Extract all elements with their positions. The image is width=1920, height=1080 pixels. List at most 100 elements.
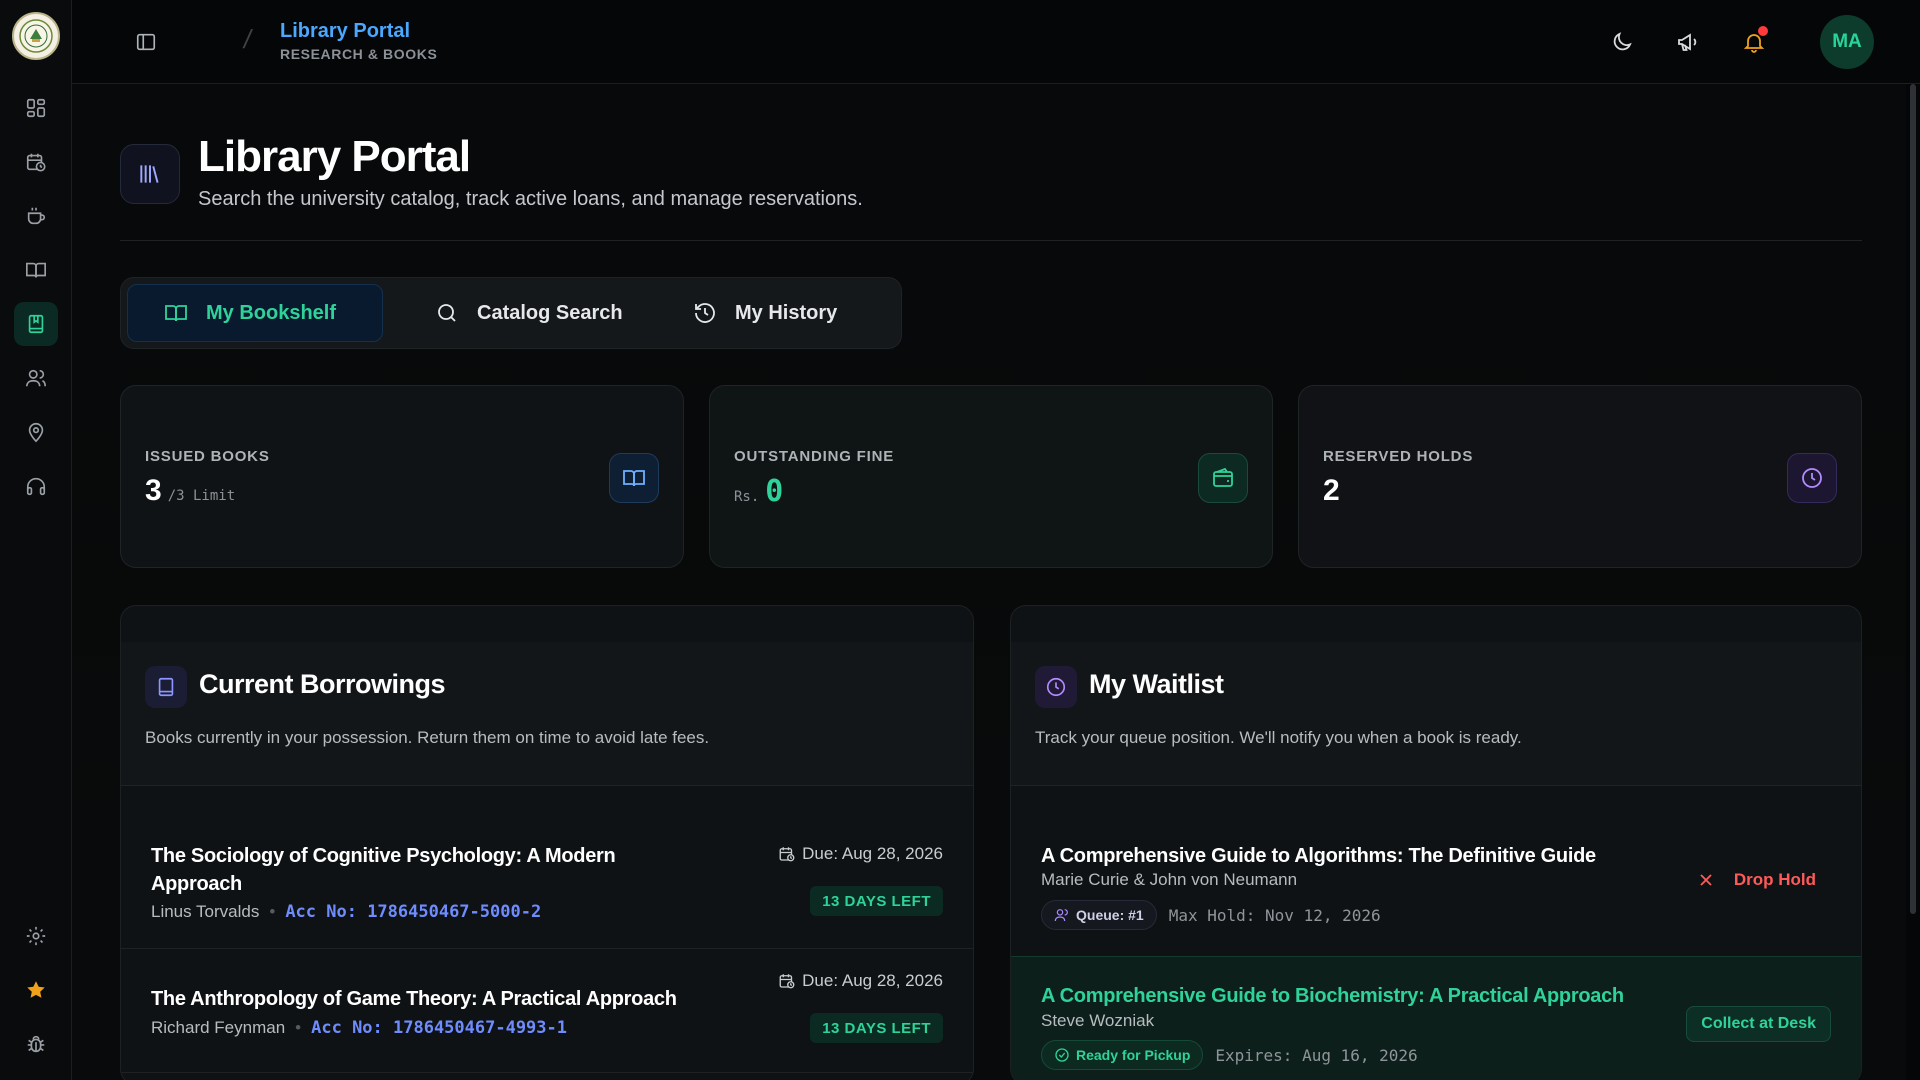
sidebar-item-courses[interactable] bbox=[14, 248, 58, 292]
book-title[interactable]: The Anthropology of Game Theory: A Pract… bbox=[151, 985, 677, 1013]
topbar: / Library Portal RESEARCH & BOOKS MA bbox=[72, 0, 1920, 84]
library-icon bbox=[120, 144, 180, 204]
check-circle-icon bbox=[1055, 1048, 1069, 1062]
tab-my-history[interactable]: My History bbox=[649, 284, 889, 342]
sidebar-item-favorites[interactable] bbox=[14, 968, 58, 1012]
drop-hold-label: Drop Hold bbox=[1733, 870, 1816, 889]
page-title: Library Portal bbox=[198, 132, 471, 181]
panel-title: Current Borrowings bbox=[199, 669, 446, 699]
days-left-badge: 13 DAYS LEFT bbox=[810, 1013, 943, 1043]
queue-badge: Queue: #1 bbox=[1041, 900, 1157, 930]
tab-bar: My Bookshelf Catalog Search My History bbox=[120, 277, 902, 349]
calendar-clock-icon bbox=[26, 153, 46, 172]
book-title[interactable]: The Sociology of Cognitive Psychology: A… bbox=[151, 842, 616, 898]
dashboard-icon bbox=[26, 98, 46, 118]
coffee-icon bbox=[27, 207, 46, 225]
stat-card-reserved-holds: RESERVED HOLDS 2 bbox=[1298, 385, 1862, 568]
stat-number: 0 bbox=[765, 474, 784, 509]
sidebar-item-people[interactable] bbox=[14, 356, 58, 400]
seal-icon bbox=[19, 19, 53, 53]
sidebar-item-dashboard[interactable] bbox=[14, 86, 58, 130]
tab-my-bookshelf[interactable]: My Bookshelf bbox=[127, 284, 383, 342]
theme-toggle-button[interactable] bbox=[1606, 26, 1638, 58]
sidebar-item-library[interactable] bbox=[14, 302, 58, 346]
star-icon bbox=[27, 981, 45, 998]
stat-label: RESERVED HOLDS bbox=[1323, 448, 1474, 465]
collect-at-desk-button[interactable]: Collect at Desk bbox=[1686, 1006, 1831, 1042]
panel-left-icon bbox=[136, 33, 156, 51]
accession-number: Acc No: 1786450467-5000-2 bbox=[285, 902, 542, 922]
clock-icon bbox=[1046, 677, 1066, 697]
stat-icon bbox=[1787, 453, 1837, 503]
max-hold-date: Max Hold: Nov 12, 2026 bbox=[1168, 905, 1381, 925]
sidebar-toggle-button[interactable] bbox=[130, 26, 162, 58]
panel-header: Current Borrowings Books currently in yo… bbox=[121, 642, 973, 786]
stat-card-outstanding-fine: OUTSTANDING FINE Rs. 0 bbox=[709, 385, 1273, 568]
ready-status: Ready for Pickup bbox=[1076, 1047, 1191, 1063]
search-icon bbox=[438, 304, 456, 322]
sidebar-item-cafeteria[interactable] bbox=[14, 194, 58, 238]
breadcrumb-title[interactable]: Library Portal bbox=[280, 20, 410, 43]
book-title[interactable]: A Comprehensive Guide to Algorithms: The… bbox=[1041, 842, 1596, 870]
panel-title: My Waitlist bbox=[1089, 669, 1224, 699]
settings-icon bbox=[26, 926, 46, 946]
book-author: Linus Torvalds bbox=[151, 902, 260, 921]
ready-badge: Ready for Pickup bbox=[1041, 1040, 1204, 1070]
queue-position: Queue: #1 bbox=[1076, 907, 1144, 923]
stat-icon bbox=[1198, 453, 1248, 503]
stat-number: 2 bbox=[1323, 474, 1340, 507]
notifications-button[interactable] bbox=[1738, 26, 1770, 58]
sidebar-item-schedule[interactable] bbox=[14, 140, 58, 184]
tab-label: Catalog Search bbox=[477, 301, 623, 324]
row-divider bbox=[121, 1072, 973, 1073]
days-left-badge: 13 DAYS LEFT bbox=[810, 886, 943, 916]
users-icon bbox=[1054, 909, 1068, 922]
due-date-text: Due: Aug 28, 2026 bbox=[802, 844, 943, 863]
stat-value: Rs. 0 bbox=[734, 474, 783, 509]
scrollbar[interactable] bbox=[1910, 84, 1916, 914]
book-title-line: Approach bbox=[151, 873, 242, 895]
drop-hold-button[interactable]: Drop Hold bbox=[1696, 870, 1816, 890]
bookmark-book-icon bbox=[28, 314, 44, 334]
users-icon bbox=[26, 369, 46, 387]
university-logo[interactable] bbox=[12, 12, 60, 60]
divider bbox=[120, 240, 1862, 241]
sidebar-item-report-bug[interactable] bbox=[14, 1022, 58, 1066]
accession-number: Acc No: 1786450467-4993-1 bbox=[311, 1018, 567, 1038]
announcements-button[interactable] bbox=[1672, 26, 1704, 58]
sidebar-item-campus-map[interactable] bbox=[14, 410, 58, 454]
tab-catalog-search[interactable]: Catalog Search bbox=[391, 284, 641, 342]
sidebar bbox=[0, 0, 72, 1080]
sidebar-item-settings[interactable] bbox=[14, 914, 58, 958]
breadcrumb-subtitle: RESEARCH & BOOKS bbox=[280, 46, 438, 62]
moon-icon bbox=[1613, 32, 1632, 51]
notification-dot bbox=[1758, 26, 1768, 36]
meta-separator: • bbox=[269, 902, 276, 921]
row-divider bbox=[121, 948, 973, 949]
book-meta: Queue: #1 Max Hold: Nov 12, 2026 bbox=[1041, 900, 1381, 930]
stat-limit: /3 Limit bbox=[167, 488, 236, 504]
panel-icon bbox=[145, 666, 187, 708]
book-icon bbox=[158, 677, 174, 697]
borrowings-panel: Current Borrowings Books currently in yo… bbox=[120, 605, 974, 1080]
sidebar-item-support[interactable] bbox=[14, 464, 58, 508]
close-icon bbox=[1700, 874, 1712, 886]
megaphone-icon bbox=[1678, 33, 1697, 51]
book-open-icon bbox=[623, 470, 645, 487]
calendar-clock-icon bbox=[779, 974, 795, 989]
stat-value: 2 bbox=[1323, 474, 1340, 508]
panel-description: Books currently in your possession. Retu… bbox=[145, 728, 710, 747]
book-title-line: The Sociology of Cognitive Psychology: A… bbox=[151, 845, 616, 867]
book-open-icon bbox=[26, 262, 46, 278]
avatar[interactable]: MA bbox=[1820, 15, 1874, 69]
due-date: Due: Aug 28, 2026 bbox=[778, 844, 943, 864]
book-title[interactable]: A Comprehensive Guide to Biochemistry: A… bbox=[1041, 982, 1624, 1010]
book-meta: Linus Torvalds • Acc No: 1786450467-5000… bbox=[151, 902, 541, 922]
currency-prefix: Rs. bbox=[734, 489, 760, 505]
book-meta: Richard Feynman • Acc No: 1786450467-499… bbox=[151, 1018, 567, 1038]
stat-label: ISSUED BOOKS bbox=[145, 448, 270, 465]
calendar-clock-icon bbox=[779, 847, 795, 862]
tab-label: My Bookshelf bbox=[206, 301, 337, 324]
book-open-icon bbox=[165, 305, 187, 322]
clock-icon bbox=[1802, 468, 1822, 488]
